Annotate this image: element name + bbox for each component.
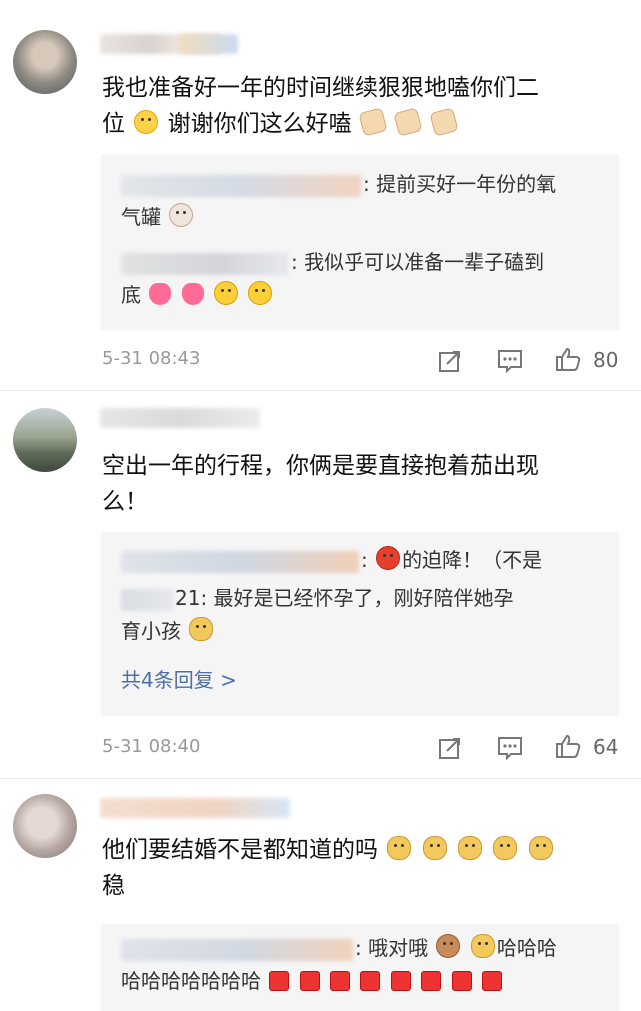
- red-envelope-emoji-icon: [481, 971, 502, 991]
- thumb-up-icon[interactable]: [555, 733, 581, 759]
- share-icon[interactable]: [437, 348, 463, 374]
- crying-emoji-icon: [134, 110, 159, 134]
- comment-text-line: 我也准备好一年的时间继续狠狠地嗑你们二: [102, 75, 539, 101]
- like-count: 80: [593, 348, 619, 372]
- red-envelope-emoji-icon: [451, 971, 472, 991]
- avatar[interactable]: [13, 30, 77, 94]
- heart-emoji-icon: [181, 283, 204, 305]
- red-envelope-emoji-icon: [360, 971, 381, 991]
- clap-hands-emoji-icon: [358, 107, 388, 137]
- reply-username-blurred[interactable]: [121, 174, 361, 197]
- replies-box[interactable]: : 提前买好一年份的氧 气罐 : 我似乎可以准备一辈子磕到 底: [101, 154, 619, 330]
- comment-text-line: 么！: [102, 489, 148, 515]
- comment-text: 空出一年的行程，你俩是要直接抱着茄出现 么！: [102, 448, 622, 520]
- reply-item[interactable]: 21: 最好是已经怀孕了，刚好陪伴她孕 育小孩: [121, 582, 601, 648]
- more-replies-link[interactable]: 共4条回复 >: [121, 664, 237, 693]
- heart-emoji-icon: [149, 283, 172, 305]
- doge-emoji-icon: [422, 836, 447, 860]
- username-blurred-badge: [180, 34, 238, 54]
- avatar[interactable]: [13, 794, 77, 858]
- doge-emoji-icon: [189, 617, 214, 641]
- avatar[interactable]: [13, 408, 77, 472]
- username-blurred[interactable]: [100, 408, 260, 428]
- cat-face-emoji-icon: [169, 203, 194, 227]
- divider: [0, 778, 641, 779]
- tomato-emoji-icon: [376, 546, 401, 570]
- like-count: 64: [593, 735, 619, 759]
- comment-text-line: 位 谢谢你们这么好嗑: [102, 106, 622, 142]
- doge-emoji-icon: [457, 836, 482, 860]
- reply-username-blurred[interactable]: [121, 938, 353, 961]
- comment-item: 我也准备好一年的时间继续狠狠地嗑你们二 位 谢谢你们这么好嗑 : 提前买好一年份…: [0, 0, 641, 392]
- comment-text-line: 空出一年的行程，你俩是要直接抱着茄出现: [102, 453, 539, 479]
- comment-text-line: 他们要结婚不是都知道的吗: [102, 832, 622, 868]
- comment-text-line: 稳: [102, 873, 125, 899]
- clap-hands-emoji-icon: [428, 107, 459, 137]
- clap-hands-emoji-icon: [393, 107, 423, 137]
- reply-username-blurred[interactable]: [121, 252, 289, 275]
- reply-item[interactable]: : 提前买好一年份的氧 气罐: [121, 168, 601, 234]
- comment-icon[interactable]: [497, 735, 523, 761]
- comment-text: 我也准备好一年的时间继续狠狠地嗑你们二 位 谢谢你们这么好嗑: [102, 70, 622, 142]
- laughing-emoji-icon: [214, 281, 239, 305]
- comment-text: 他们要结婚不是都知道的吗 稳: [102, 832, 622, 904]
- replies-box[interactable]: : 哦对哦 哈哈哈 哈哈哈哈哈哈哈: [101, 924, 619, 1011]
- doge-emoji-icon: [470, 934, 495, 958]
- doge-emoji-icon: [528, 836, 553, 860]
- reply-item[interactable]: : 我似乎可以准备一辈子磕到 底: [121, 246, 601, 312]
- replies-box[interactable]: : 的迫降！（不是 21: 最好是已经怀孕了，刚好陪伴她孕 育小孩 共4条回复 …: [101, 532, 619, 716]
- red-envelope-emoji-icon: [299, 971, 320, 991]
- comment-time: 5-31 08:40: [102, 736, 201, 757]
- reply-item[interactable]: : 的迫降！（不是: [121, 544, 601, 577]
- monkey-emoji-icon: [436, 934, 461, 958]
- red-envelope-emoji-icon: [269, 971, 290, 991]
- divider: [0, 390, 641, 391]
- thumb-up-icon[interactable]: [555, 346, 581, 372]
- reply-username-blurred[interactable]: [121, 550, 359, 573]
- username-blurred[interactable]: [100, 798, 290, 818]
- doge-emoji-icon: [387, 836, 412, 860]
- comment-time: 5-31 08:43: [102, 348, 201, 369]
- red-envelope-emoji-icon: [390, 971, 411, 991]
- laughing-emoji-icon: [248, 281, 273, 305]
- red-envelope-emoji-icon: [421, 971, 442, 991]
- reply-item[interactable]: : 哦对哦 哈哈哈 哈哈哈哈哈哈哈: [121, 932, 601, 998]
- comment-icon[interactable]: [497, 348, 523, 374]
- reply-username-blurred[interactable]: [121, 588, 173, 611]
- red-envelope-emoji-icon: [330, 971, 351, 991]
- comment-item: 他们要结婚不是都知道的吗 稳 : 哦对哦 哈哈哈 哈哈哈哈哈哈哈: [0, 780, 641, 1011]
- doge-emoji-icon: [493, 836, 518, 860]
- share-icon[interactable]: [437, 735, 463, 761]
- comment-item: 空出一年的行程，你俩是要直接抱着茄出现 么！ : 的迫降！（不是 21: 最好是…: [0, 392, 641, 778]
